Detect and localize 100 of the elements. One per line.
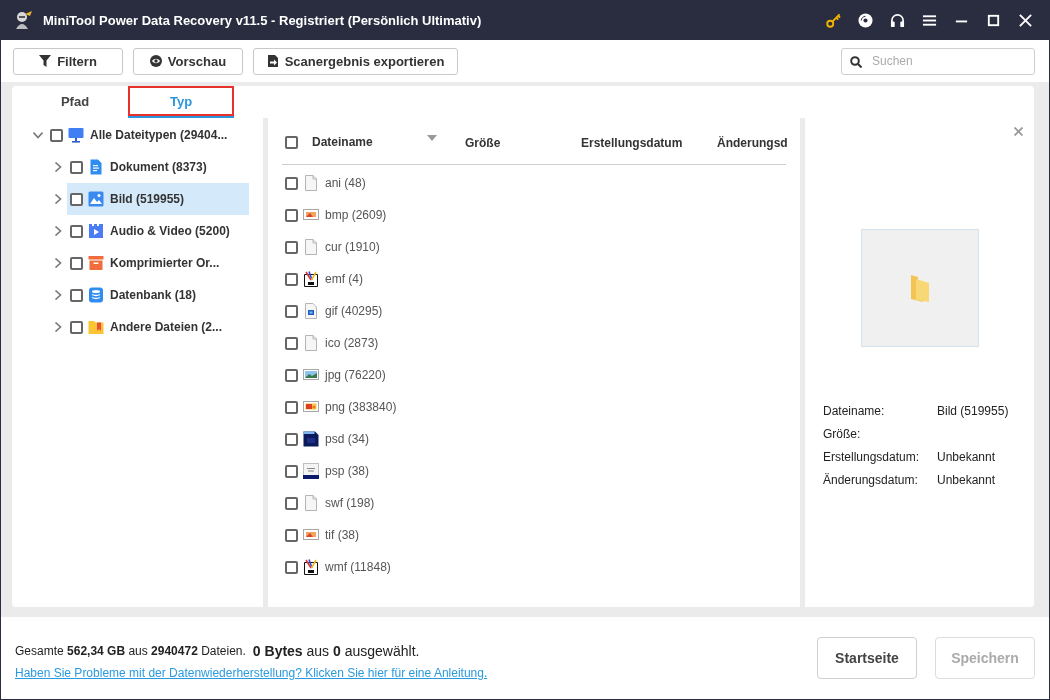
blank-file-icon (303, 335, 319, 351)
toolbar-button[interactable]: Vorschau (133, 47, 243, 75)
column-header[interactable]: Größe (465, 136, 501, 150)
picture-file-icon (303, 399, 319, 415)
folder-icon (910, 274, 929, 302)
tree-item[interactable]: Andere Dateien (2... (67, 311, 249, 343)
archive-box-icon (88, 255, 104, 271)
checkbox[interactable] (70, 160, 83, 174)
eye-icon (149, 55, 162, 67)
checkbox[interactable] (285, 464, 298, 478)
key-icon[interactable] (826, 12, 841, 28)
info-label: Größe: (823, 426, 861, 441)
file-type-label: jpg (76220) (325, 368, 386, 382)
file-type-label: bmp (2609) (325, 208, 387, 222)
column-header[interactable]: Dateiname (312, 135, 373, 149)
checkbox[interactable] (285, 368, 298, 382)
filter-icon (39, 55, 52, 67)
blank-file-icon (303, 495, 319, 511)
menu-icon[interactable] (922, 12, 937, 28)
search-icon (850, 55, 862, 68)
chevron-right-icon[interactable] (53, 226, 63, 236)
picture-file-icon (303, 527, 319, 543)
search-field[interactable]: Suchen (841, 47, 1035, 75)
checkbox[interactable] (285, 560, 298, 574)
tree-item[interactable]: Bild (519955) (67, 183, 249, 215)
checkbox[interactable] (285, 272, 298, 286)
chevron-right-icon[interactable] (53, 290, 63, 300)
checkbox[interactable] (70, 224, 83, 238)
checkbox[interactable] (285, 336, 298, 350)
checkbox[interactable] (70, 288, 83, 302)
sort-caret-icon[interactable] (427, 135, 437, 141)
file-type-label: emf (4) (325, 272, 363, 286)
file-type-label: cur (1910) (325, 240, 380, 254)
summary-text: Gesamte 562,34 GB aus 2940472 Dateien. (15, 644, 246, 658)
checkbox[interactable] (285, 432, 298, 446)
checkbox[interactable] (285, 528, 298, 542)
toolbar-button[interactable]: Scanergebnis exportieren (253, 47, 458, 75)
checkbox[interactable] (50, 128, 63, 142)
file-type-label: psp (38) (325, 464, 370, 478)
checkbox[interactable] (285, 208, 298, 222)
chevron-right-icon[interactable] (53, 322, 63, 332)
disc-icon[interactable] (858, 12, 873, 28)
info-value: Bild (519955) (937, 403, 1009, 418)
checkbox[interactable] (285, 400, 298, 414)
file-type-label: gif (40295) (325, 304, 383, 318)
picture-file-icon (303, 207, 319, 223)
checkbox[interactable] (285, 304, 298, 318)
logo-icon (13, 10, 33, 30)
maximize-icon[interactable] (986, 12, 1001, 28)
file-type-label: ico (2873) (325, 336, 379, 350)
column-header[interactable]: Erstellungsdatum (581, 136, 683, 150)
tree-item[interactable]: Datenbank (18) (67, 279, 249, 311)
file-type-label: tif (38) (325, 528, 359, 542)
image-icon (88, 191, 104, 207)
chevron-right-icon[interactable] (53, 162, 63, 172)
checkbox[interactable] (285, 496, 298, 510)
checkbox[interactable] (285, 176, 298, 190)
monitor-icon (68, 127, 84, 143)
checkbox[interactable] (285, 135, 298, 149)
info-label: Erstellungsdatum: (823, 449, 920, 464)
column-header[interactable]: Änderungsd (717, 136, 788, 150)
file-type-label: wmf (11848) (325, 560, 391, 574)
export-file-icon (266, 55, 279, 67)
checkbox[interactable] (70, 192, 83, 206)
tree-item[interactable]: Komprimierter Or... (67, 247, 249, 279)
tab[interactable]: Pfad (22, 86, 128, 118)
pencil-file-icon (303, 559, 319, 575)
checkbox[interactable] (70, 320, 83, 334)
file-type-label: swf (198) (325, 496, 375, 510)
toolbar-button[interactable]: Filtern (13, 47, 123, 75)
landscape-file-icon (303, 367, 319, 383)
file-icon (303, 463, 319, 479)
file-icon (303, 431, 319, 447)
chevron-right-icon[interactable] (53, 258, 63, 268)
file-type-label: psd (34) (325, 432, 370, 446)
info-value: Unbekannt (937, 449, 996, 464)
file-type-label: png (383840) (325, 400, 397, 414)
info-label: Änderungsdatum: (823, 472, 918, 487)
file-type-label: ani (48) (325, 176, 366, 190)
info-label: Dateiname: (823, 403, 885, 418)
headphones-icon[interactable] (890, 12, 905, 28)
checkbox[interactable] (70, 256, 83, 270)
window-title: MiniTool Power Data Recovery v11.5 - Registriert (Persönlich Ultimativ) (43, 12, 482, 28)
blank-file-icon (303, 175, 319, 191)
document-icon (88, 159, 104, 175)
selection-text: 0 Bytes aus 0 ausgewählt. (252, 643, 420, 659)
image-file-icon (303, 303, 319, 319)
tree-item[interactable]: Audio & Video (5200) (67, 215, 249, 247)
video-icon (88, 223, 104, 239)
folder-icon (88, 319, 104, 335)
chevron-right-icon[interactable] (53, 194, 63, 204)
tree-item[interactable]: Dokument (8373) (67, 151, 249, 183)
chevron-down-icon[interactable] (33, 130, 43, 140)
pencil-file-icon (303, 271, 319, 287)
database-icon (88, 287, 104, 303)
blank-file-icon (303, 239, 319, 255)
tree-item[interactable]: Alle Dateitypen (29404... (47, 119, 249, 151)
checkbox[interactable] (285, 240, 298, 254)
info-value: Unbekannt (937, 472, 996, 487)
footer-button[interactable]: Startseite (817, 637, 917, 679)
